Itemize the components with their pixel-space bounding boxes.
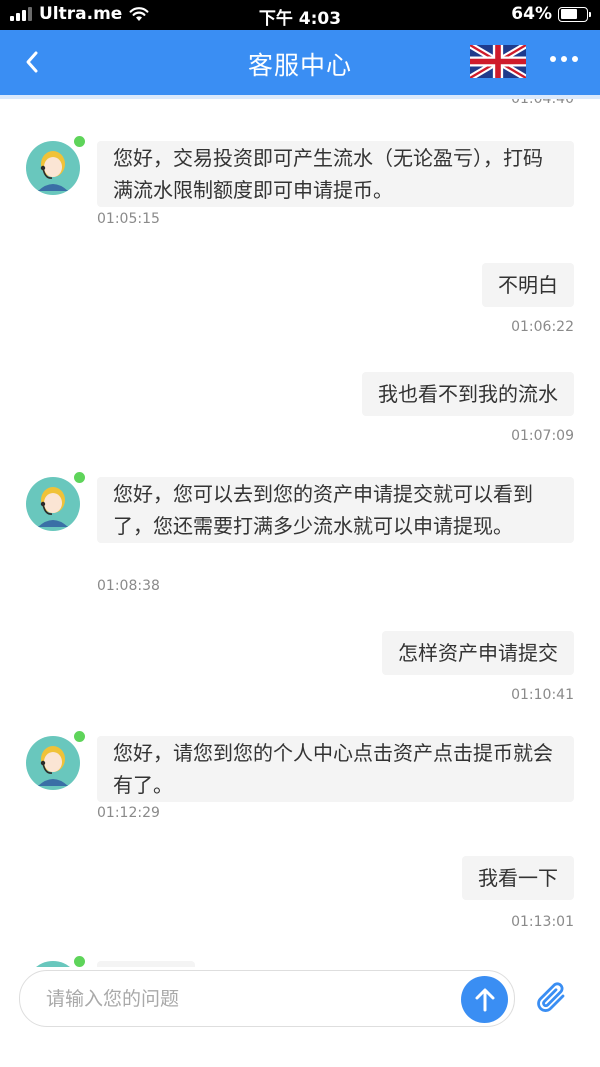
nav-header: 客服中心 <box>0 30 600 95</box>
more-dot <box>572 56 578 62</box>
message-input[interactable] <box>46 971 446 1026</box>
message-timestamp: 01:05:15 <box>97 211 160 227</box>
message-timestamp: 01:10:41 <box>511 687 574 703</box>
message-bubble: 不明白 <box>482 263 574 307</box>
battery-icon <box>558 6 591 22</box>
online-status-dot <box>73 471 86 484</box>
message-timestamp: 01:06:22 <box>511 319 574 335</box>
send-button[interactable] <box>461 976 508 1023</box>
more-dot <box>561 56 567 62</box>
message-timestamp: 01:13:01 <box>511 914 574 930</box>
message-timestamp: 01:08:38 <box>97 578 160 594</box>
message-bubble: 我看一下 <box>462 856 574 900</box>
more-button[interactable] <box>550 56 578 62</box>
message-bubble: 怎样资产申请提交 <box>382 631 574 675</box>
online-status-dot <box>73 730 86 743</box>
message-timestamp: 01:07:09 <box>511 428 574 444</box>
status-bar: Ultra.me 下午 4:03 64% <box>0 0 600 30</box>
message-input-bar <box>19 970 515 1027</box>
agent-avatar <box>26 141 80 195</box>
status-right: 64% <box>511 4 591 24</box>
uk-flag-icon[interactable] <box>470 45 526 78</box>
more-dot <box>550 56 556 62</box>
message-bubble: 您好，交易投资即可产生流水（无论盈亏），打码满流水限制额度即可申请提币。 <box>97 141 574 207</box>
battery-percent: 64% <box>511 4 552 24</box>
message-bubble-partial <box>97 961 195 967</box>
online-status-dot <box>73 135 86 148</box>
arrow-up-icon <box>475 988 494 1011</box>
message-timestamp: 01:04:40 <box>511 99 574 107</box>
message-bubble: 我也看不到我的流水 <box>362 372 574 416</box>
paperclip-icon <box>537 982 565 1012</box>
agent-avatar <box>26 477 80 531</box>
message-timestamp: 01:12:29 <box>97 805 160 821</box>
online-status-dot <box>73 955 86 967</box>
message-bubble: 您好，请您到您的个人中心点击资产点击提币就会有了。 <box>97 736 574 802</box>
message-bubble: 您好，您可以去到您的资产申请提交就可以看到了，您还需要打满多少流水就可以申请提现… <box>97 477 574 543</box>
agent-avatar <box>26 736 80 790</box>
agent-avatar <box>36 961 70 967</box>
status-time: 下午 4:03 <box>258 9 342 29</box>
attach-button[interactable] <box>529 975 575 1021</box>
chat-area[interactable]: 01:04:40 您好，交易投资即可产生流水（无论盈亏），打码满流水限制额度即可… <box>0 99 600 967</box>
